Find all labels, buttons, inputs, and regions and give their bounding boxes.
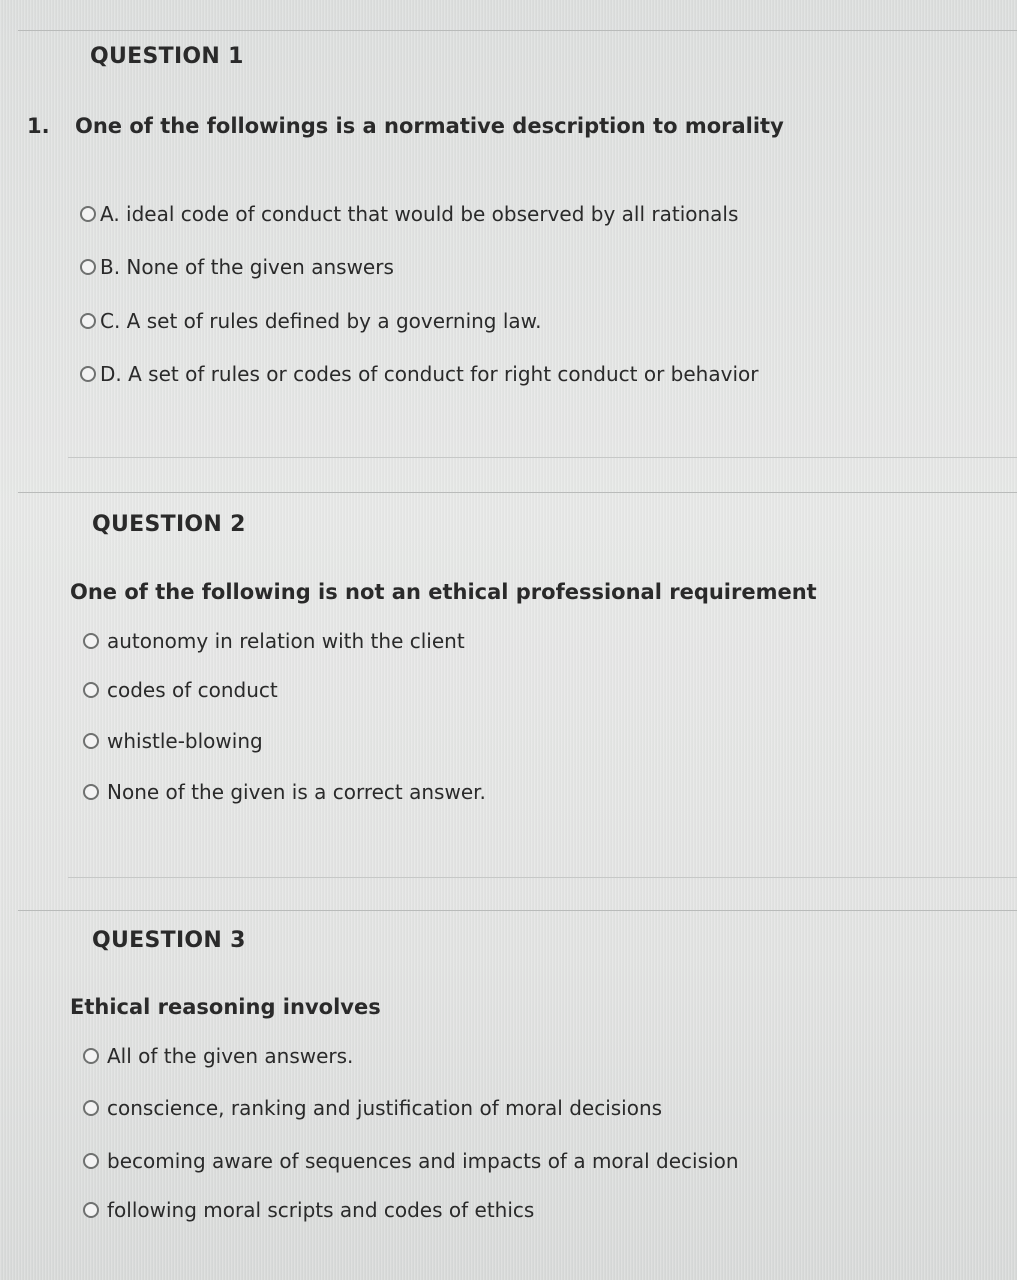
radio-button[interactable] [80, 366, 96, 382]
option-label: B. None of the given answers [100, 255, 394, 279]
question-1-number: 1. [27, 114, 50, 138]
radio-button[interactable] [83, 784, 99, 800]
option-label: C. A set of rules defined by a governing… [100, 309, 542, 333]
question-2-text: One of the following is not an ethical p… [70, 580, 817, 604]
radio-button[interactable] [83, 1153, 99, 1169]
radio-button[interactable] [83, 733, 99, 749]
radio-button[interactable] [83, 1202, 99, 1218]
question-3-heading: QUESTION 3 [92, 928, 246, 953]
option-label: None of the given is a correct answer. [107, 780, 486, 804]
option-label: autonomy in relation with the client [107, 629, 465, 653]
question-3-option-3[interactable]: becoming aware of sequences and impacts … [83, 1149, 739, 1173]
question-1-text: One of the followings is a normative des… [75, 114, 784, 138]
radio-button[interactable] [83, 1100, 99, 1116]
section-divider [18, 492, 1017, 493]
radio-button[interactable] [80, 206, 96, 222]
question-1-bottom-divider [68, 457, 1017, 458]
radio-button[interactable] [83, 1048, 99, 1064]
question-3-text: Ethical reasoning involves [70, 995, 381, 1019]
option-label: conscience, ranking and justification of… [107, 1096, 663, 1120]
question-3-option-2[interactable]: conscience, ranking and justification of… [83, 1096, 662, 1120]
question-2-heading: QUESTION 2 [92, 512, 246, 537]
section-divider [18, 910, 1017, 911]
question-2-option-4[interactable]: None of the given is a correct answer. [83, 780, 486, 804]
question-2-bottom-divider [68, 877, 1017, 878]
option-label: following moral scripts and codes of eth… [107, 1198, 535, 1222]
question-1-option-a[interactable]: A. ideal code of conduct that would be o… [80, 202, 738, 226]
question-3-option-4[interactable]: following moral scripts and codes of eth… [83, 1198, 534, 1222]
top-divider [18, 30, 1017, 31]
radio-button[interactable] [80, 259, 96, 275]
radio-button[interactable] [83, 633, 99, 649]
question-3-option-1[interactable]: All of the given answers. [83, 1044, 353, 1068]
question-2-option-3[interactable]: whistle-blowing [83, 729, 263, 753]
radio-button[interactable] [80, 313, 96, 329]
question-2-option-2[interactable]: codes of conduct [83, 678, 278, 702]
radio-button[interactable] [83, 682, 99, 698]
option-label: All of the given answers. [107, 1044, 354, 1068]
option-label: D. A set of rules or codes of conduct fo… [100, 362, 759, 386]
question-1-heading: QUESTION 1 [90, 44, 244, 69]
question-1-option-c[interactable]: C. A set of rules defined by a governing… [80, 309, 542, 333]
option-label: becoming aware of sequences and impacts … [107, 1149, 739, 1173]
question-1-option-b[interactable]: B. None of the given answers [80, 255, 394, 279]
question-2-option-1[interactable]: autonomy in relation with the client [83, 629, 465, 653]
option-label: A. ideal code of conduct that would be o… [100, 202, 739, 226]
question-1-option-d[interactable]: D. A set of rules or codes of conduct fo… [80, 362, 758, 386]
option-label: codes of conduct [107, 678, 278, 702]
option-label: whistle-blowing [107, 729, 263, 753]
